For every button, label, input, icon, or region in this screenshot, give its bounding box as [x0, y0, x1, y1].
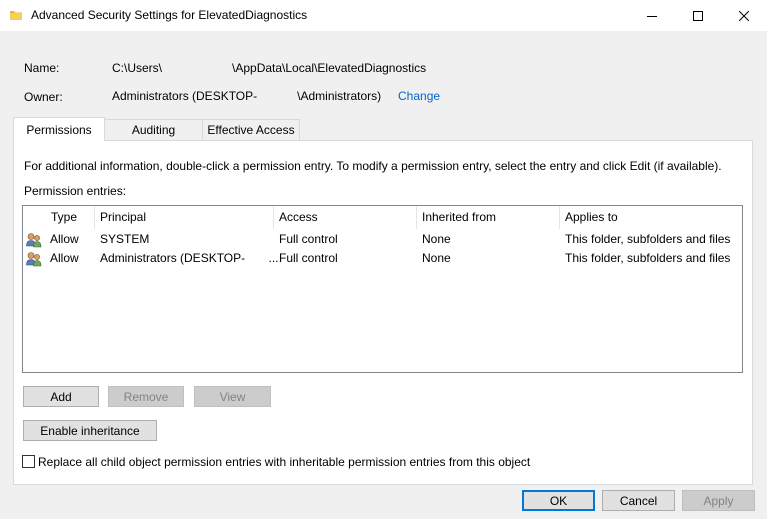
- tab-permissions-label: Permissions: [26, 122, 92, 137]
- enable-inheritance-button[interactable]: Enable inheritance: [23, 420, 157, 441]
- tab-effective-access[interactable]: Effective Access: [202, 119, 300, 140]
- owner-value: Administrators (DESKTOP- \Administrators…: [112, 89, 382, 103]
- close-icon: [739, 10, 749, 21]
- row-applies-to: This folder, subfolders and files: [565, 251, 731, 265]
- apply-button-label: Apply: [703, 493, 734, 508]
- row-principal: SYSTEM: [100, 232, 150, 246]
- maximize-icon: [693, 10, 703, 21]
- window-title: Advanced Security Settings for ElevatedD…: [31, 8, 308, 22]
- column-inherited-label: Inherited from: [422, 210, 497, 224]
- column-access-label: Access: [279, 210, 318, 224]
- row-type: Allow: [50, 232, 79, 246]
- add-button-label: Add: [50, 389, 72, 404]
- table-row[interactable]: Allow Administrators (DESKTOP- ... Full …: [23, 249, 742, 268]
- enable-inheritance-button-label: Enable inheritance: [40, 423, 140, 438]
- row-inherited-from: None: [422, 251, 451, 265]
- tab-effective-access-label: Effective Access: [207, 123, 295, 137]
- column-header-applies-to[interactable]: Applies to: [559, 206, 742, 229]
- permission-entries-list[interactable]: Type Principal Access Inherited from App…: [22, 205, 743, 373]
- replace-child-permissions-checkbox[interactable]: [22, 455, 35, 468]
- tab-auditing-label: Auditing: [131, 123, 176, 137]
- row-applies-to: This folder, subfolders and files: [565, 232, 731, 246]
- cancel-button-label: Cancel: [619, 493, 658, 508]
- name-value: C:\Users\ \AppData\Local\ElevatedDiagnos…: [112, 61, 427, 75]
- close-button[interactable]: [721, 0, 767, 31]
- remove-button-label: Remove: [123, 389, 169, 404]
- column-principal-label: Principal: [100, 210, 147, 224]
- row-type: Allow: [50, 251, 79, 265]
- ok-button[interactable]: OK: [522, 490, 595, 511]
- tab-auditing[interactable]: Auditing: [104, 119, 203, 140]
- column-header-inherited-from[interactable]: Inherited from: [416, 206, 559, 229]
- table-row[interactable]: Allow SYSTEM Full control None This fold…: [23, 230, 742, 249]
- name-label: Name:: [24, 61, 60, 75]
- folder-icon: [10, 11, 22, 20]
- minimize-button[interactable]: [629, 0, 675, 31]
- column-header-principal[interactable]: Principal: [94, 206, 273, 229]
- change-owner-link[interactable]: Change: [398, 89, 440, 103]
- users-icon: [26, 252, 42, 267]
- maximize-button[interactable]: [675, 0, 721, 31]
- users-icon: [26, 233, 42, 248]
- replace-child-permissions-label[interactable]: Replace all child object permission entr…: [38, 455, 530, 469]
- view-button-label: View: [219, 389, 246, 404]
- permissions-info-text: For additional information, double-click…: [24, 159, 722, 173]
- column-applies-label: Applies to: [565, 210, 618, 224]
- add-button[interactable]: Add: [23, 386, 99, 407]
- remove-button[interactable]: Remove: [108, 386, 184, 407]
- row-inherited-from: None: [422, 232, 451, 246]
- column-header-type[interactable]: Type: [45, 206, 94, 229]
- title-bar: Advanced Security Settings for ElevatedD…: [0, 0, 767, 31]
- row-access: Full control: [279, 232, 338, 246]
- owner-label: Owner:: [24, 90, 63, 104]
- tab-permissions[interactable]: Permissions: [13, 117, 105, 141]
- permission-entries-label: Permission entries:: [24, 184, 127, 198]
- column-header-access[interactable]: Access: [273, 206, 416, 229]
- apply-button[interactable]: Apply: [682, 490, 755, 511]
- view-button[interactable]: View: [194, 386, 271, 407]
- column-type-label: Type: [51, 210, 78, 224]
- row-principal: Administrators (DESKTOP- ...: [100, 251, 279, 265]
- minimize-icon: [647, 15, 657, 17]
- row-access: Full control: [279, 251, 338, 265]
- ok-button-label: OK: [549, 493, 568, 508]
- cancel-button[interactable]: Cancel: [602, 490, 675, 511]
